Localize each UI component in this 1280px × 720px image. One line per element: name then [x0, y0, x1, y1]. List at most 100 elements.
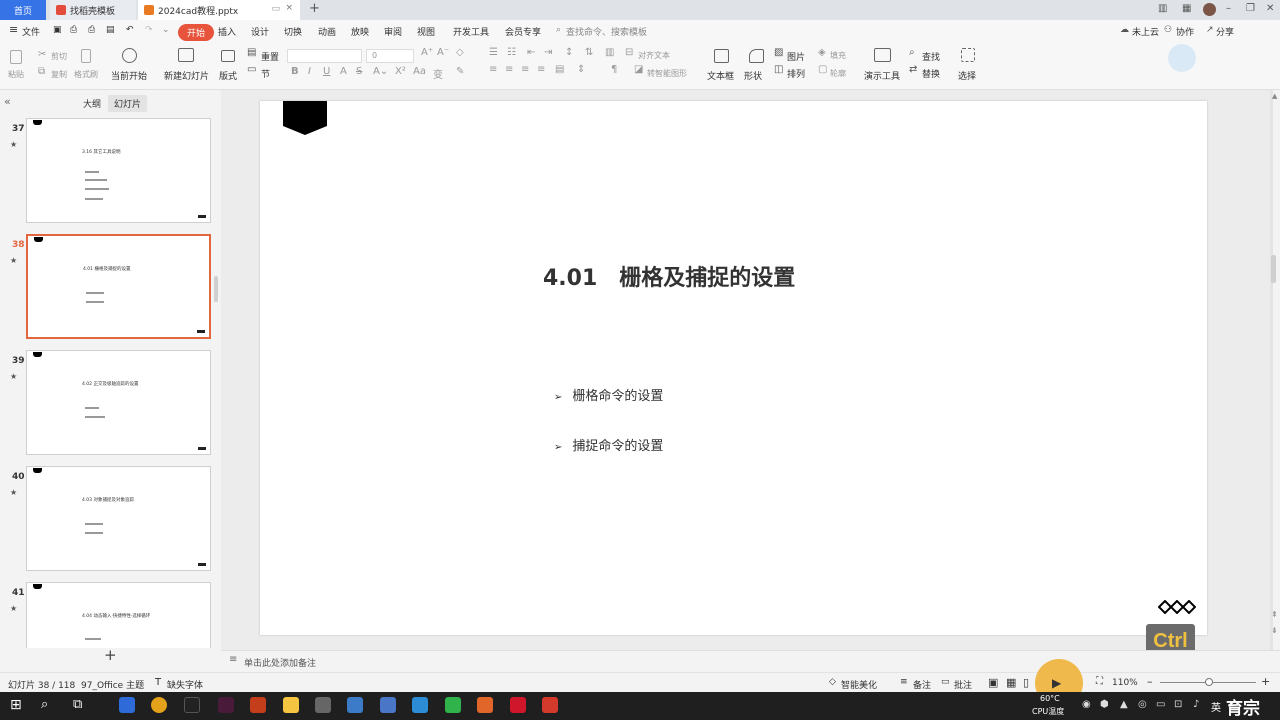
reset-icon[interactable]: ▤ [247, 47, 256, 58]
section-button[interactable]: 节 [261, 67, 270, 80]
presenter-tools-button[interactable]: 演示工具 [864, 69, 900, 82]
numbering-icon[interactable]: ☷ [507, 47, 516, 58]
slides-tab[interactable]: 幻灯片 [108, 95, 148, 112]
quick-access-dropdown-icon[interactable]: ⌄ [162, 25, 170, 35]
app-icon[interactable] [477, 697, 493, 713]
smart-shape-icon[interactable]: ◪ [634, 64, 643, 75]
increase-indent-icon[interactable]: ⇥ [544, 47, 552, 58]
notes-placeholder[interactable]: 单击此处添加备注 [244, 656, 316, 669]
file-explorer-icon[interactable] [283, 697, 299, 713]
zoom-in-icon[interactable]: + [1261, 675, 1270, 688]
prev-slide-icon[interactable]: ⇞ [1271, 610, 1278, 619]
zoom-slider-handle[interactable] [1205, 678, 1213, 686]
share-button[interactable]: 分享 [1216, 25, 1234, 38]
slide-thumbnail[interactable]: 4.02 正交及极轴追踪的设置 [26, 350, 211, 455]
menu-start[interactable]: 开始 [178, 24, 215, 41]
collab-icon[interactable]: ⚇ [1164, 25, 1172, 35]
menu-review[interactable]: 审阅 [384, 25, 402, 38]
ime-indicator[interactable]: 英 [1211, 699, 1221, 714]
zoom-level[interactable]: 110% [1112, 678, 1138, 688]
new-slide-icon[interactable] [178, 48, 194, 62]
editor-scrollbar-thumb[interactable] [1271, 255, 1276, 283]
comments-button[interactable]: 批注 [954, 678, 972, 691]
columns-icon[interactable]: ▥ [605, 47, 614, 58]
close-window-icon[interactable]: ✕ [1266, 3, 1274, 14]
settings-icon[interactable] [315, 697, 331, 713]
format-painter-icon[interactable] [81, 49, 91, 63]
outline-icon[interactable]: ▢ [818, 64, 827, 75]
tab-template[interactable]: 找稻壳模板 [50, 0, 136, 20]
autocad-launcher-icon[interactable] [510, 697, 526, 713]
superscript-icon[interactable]: X² [395, 66, 406, 77]
section-icon[interactable]: ▭ [247, 64, 256, 75]
fill-icon[interactable]: ◈ [818, 47, 826, 58]
smart-shape-button[interactable]: 转智能图形 [647, 68, 687, 79]
tray-icon[interactable]: ▭ [1156, 699, 1165, 710]
restore-icon[interactable]: ❐ [1246, 3, 1255, 14]
align-right-icon[interactable]: ≡ [521, 64, 529, 75]
user-avatar[interactable] [1203, 3, 1216, 16]
font-size-box[interactable]: 0 [366, 49, 414, 63]
font-color-icon[interactable]: A⌄ [373, 66, 388, 77]
new-tab-button[interactable]: + [309, 1, 320, 16]
find-icon[interactable]: ⌕ [909, 47, 915, 58]
menu-slideshow[interactable]: 放映 [351, 25, 369, 38]
slide-thumbnail[interactable]: 3.16 其它工具说明 [26, 118, 211, 223]
italic-icon[interactable]: I [308, 66, 311, 77]
shape-icon[interactable] [749, 49, 764, 63]
select-button[interactable]: 选择 [958, 69, 976, 82]
undo-icon[interactable]: ↶ [126, 25, 134, 35]
autocad-icon[interactable] [218, 697, 234, 713]
outline-button[interactable]: 轮廓 [830, 68, 846, 79]
preview-icon[interactable]: ▤ [106, 25, 115, 35]
share-icon[interactable]: ↗ [1206, 25, 1214, 35]
tray-icon[interactable]: ◎ [1138, 699, 1147, 710]
reading-view-icon[interactable]: ▯ [1023, 676, 1029, 689]
taskbar-search-icon[interactable]: ⌕ [41, 697, 48, 712]
print-icon[interactable]: ⎙ [88, 25, 95, 35]
menu-animation[interactable]: 动画 [318, 25, 336, 38]
cloud-icon[interactable]: ☁ [1120, 25, 1129, 35]
calculator-icon[interactable] [412, 697, 428, 713]
menu-insert[interactable]: 插入 [218, 25, 236, 38]
align-left-icon[interactable]: ≡ [489, 64, 497, 75]
strikethrough-icon[interactable]: S [356, 66, 362, 77]
task-view-icon[interactable]: ⧉ [73, 697, 82, 712]
app-icon[interactable] [380, 697, 396, 713]
outline-tab[interactable]: 大纲 [83, 97, 101, 110]
distribute-icon[interactable]: ▤ [555, 64, 564, 75]
layout-button[interactable]: 版式 [219, 69, 237, 82]
change-case-icon[interactable]: Aa [413, 66, 426, 77]
reset-button[interactable]: 重置 [261, 50, 279, 63]
slide-canvas[interactable]: 4.01 栅格及捕捉的设置 ➢ 栅格命令的设置 ➢ 捕捉命令的设置 [260, 101, 1207, 635]
next-slide-icon[interactable]: ⇟ [1271, 626, 1278, 635]
wechat-icon[interactable] [445, 697, 461, 713]
slide-bullet[interactable]: ➢ 栅格命令的设置 [554, 385, 663, 404]
theme-name[interactable]: 97_Office 主题 [81, 678, 144, 691]
slide-bullet[interactable]: ➢ 捕捉命令的设置 [554, 435, 663, 454]
decrease-indent-icon[interactable]: ⇤ [527, 47, 535, 58]
play-from-current-button[interactable]: 当前开始 [111, 69, 147, 82]
clear-format-icon[interactable]: ◇ [456, 47, 464, 58]
bold-icon[interactable]: B [291, 66, 299, 77]
align-center-icon[interactable]: ≡ [505, 64, 513, 75]
notes-toggle-button[interactable]: 备注 [913, 678, 931, 691]
app-icon[interactable] [347, 697, 363, 713]
paragraph-icon[interactable]: ¶ [611, 64, 617, 75]
search-icon[interactable]: ⌕ [556, 25, 561, 35]
hamburger-icon[interactable]: ≡ [9, 23, 18, 36]
shrink-font-icon[interactable]: A⁻ [437, 47, 449, 58]
picture-button[interactable]: 图片 [787, 50, 805, 63]
picture-icon[interactable]: ▨ [774, 47, 783, 58]
align-text-icon[interactable]: ⊟ [625, 47, 633, 58]
redo-icon[interactable]: ↷ [145, 25, 153, 35]
arrange-button[interactable]: 排列 [787, 67, 805, 80]
add-slide-button[interactable]: + [104, 646, 117, 664]
slide-thumbnail-selected[interactable]: 4.01 栅格及捕捉的设置 [26, 234, 211, 339]
paste-icon[interactable] [10, 50, 22, 64]
menu-file[interactable]: 文件 [22, 25, 40, 38]
collab-button[interactable]: 协作 [1176, 25, 1194, 38]
window-layout-icon[interactable]: ▥ [1158, 3, 1167, 14]
text-direction-icon[interactable]: ⇕ [577, 64, 585, 75]
fill-button[interactable]: 填充 [830, 50, 846, 61]
